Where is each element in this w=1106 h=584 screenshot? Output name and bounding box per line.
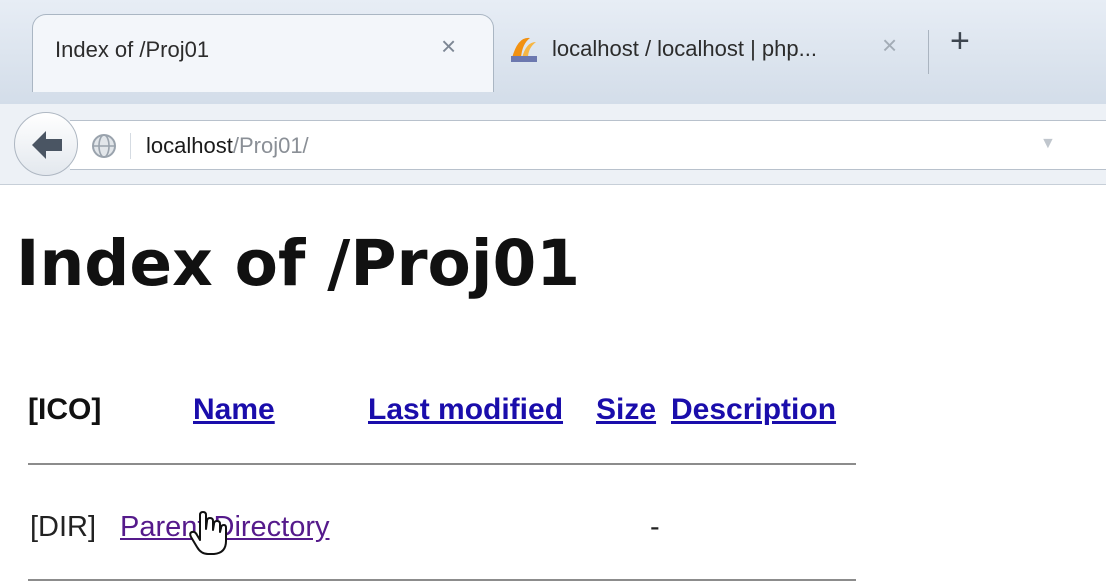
url-text[interactable]: localhost/Proj01/ [146,133,309,159]
tab-divider [928,30,929,74]
tab-title: Index of /Proj01 [55,37,210,62]
hand-cursor-icon [189,511,227,555]
header-divider [28,463,856,465]
back-button[interactable] [14,112,78,176]
navigation-bar: localhost/Proj01/ ▼ [0,104,1106,185]
globe-icon [92,134,116,158]
tab-strip: Index of /Proj01 × localhost / localhost… [0,0,1106,104]
new-tab-button[interactable]: + [950,24,970,58]
phpmyadmin-icon [511,37,537,62]
close-tab-icon[interactable]: × [441,33,456,59]
sort-by-description-link[interactable]: Description [671,393,836,427]
url-separator [130,133,131,159]
tab-title: localhost / localhost | php... [552,36,817,61]
tab-phpmyadmin[interactable]: localhost / localhost | php... × [494,14,924,92]
sort-by-size-link[interactable]: Size [596,393,656,427]
tab-index-proj01[interactable]: Index of /Proj01 × [32,14,494,92]
history-dropdown-icon[interactable]: ▼ [1040,135,1056,153]
row-size: - [650,511,660,543]
close-tab-icon[interactable]: × [882,32,897,58]
row-icon-label: [DIR] [30,511,97,543]
url-path: /Proj01/ [232,133,309,158]
address-bar[interactable]: localhost/Proj01/ ▼ [70,120,1106,170]
url-host: localhost [146,133,233,158]
back-arrow-icon [32,131,62,159]
page-content: Index of /Proj01 [ICO] Name Last modifie… [0,185,1106,584]
sort-by-name-link[interactable]: Name [193,393,275,427]
sort-by-last-modified-link[interactable]: Last modified [368,393,563,427]
column-header-icon: [ICO] [28,393,102,426]
page-title: Index of /Proj01 [16,227,581,300]
footer-divider [28,579,856,581]
